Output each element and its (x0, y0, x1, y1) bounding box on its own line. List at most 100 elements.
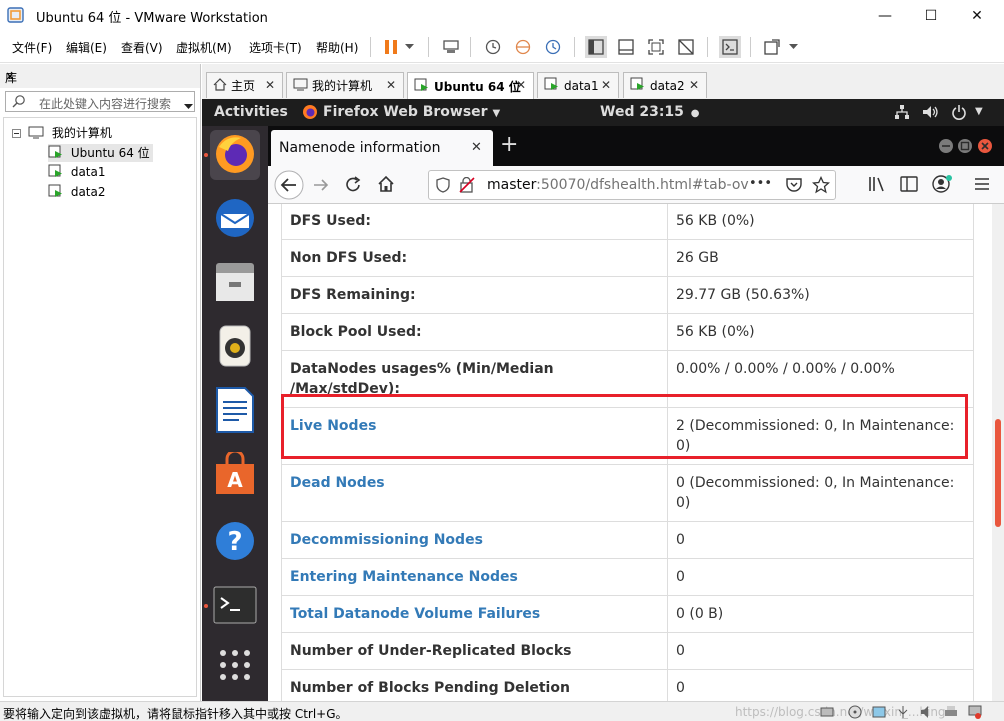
row-key-link[interactable]: Entering Maintenance Nodes (290, 569, 518, 585)
fullscreen-icon[interactable] (645, 36, 667, 58)
power-dropdown-icon[interactable] (402, 36, 416, 58)
table-row: Total Datanode Volume Failures 0 (0 B) (281, 595, 974, 633)
thumbnail-bar-icon[interactable] (615, 36, 637, 58)
row-key: Block Pool Used: (281, 313, 668, 351)
menu-vm[interactable]: 虚拟机(M) (176, 39, 232, 56)
snapshot-icon[interactable] (482, 36, 504, 58)
dock-help[interactable]: ? (210, 517, 260, 567)
dock-thunderbird[interactable] (210, 194, 260, 244)
dock-files[interactable] (210, 258, 260, 308)
scrollbar-thumb[interactable] (995, 419, 1001, 527)
sidebar-icon[interactable] (900, 176, 918, 195)
menu-help[interactable]: 帮助(H) (316, 39, 358, 56)
cd-dvd-icon[interactable] (848, 705, 862, 721)
menu-hamburger-icon[interactable] (974, 176, 990, 195)
tree-item-my-computer[interactable]: 我的计算机 (28, 124, 112, 142)
network-adapter-icon[interactable] (872, 705, 886, 721)
activities-button[interactable]: Activities (214, 104, 288, 120)
usb-icon[interactable] (896, 705, 910, 721)
tree-item-ubuntu[interactable]: Ubuntu 64 位 (48, 144, 153, 162)
clock[interactable]: Wed 23:15 ● (600, 104, 700, 120)
dock-writer[interactable] (210, 386, 260, 436)
libreoffice-writer-icon (215, 386, 255, 437)
menu-edit[interactable]: 编辑(E) (66, 39, 107, 56)
printer-icon[interactable] (944, 705, 958, 721)
url-text[interactable]: master:50070/dfshealth.html#tab-ov (487, 177, 749, 193)
account-icon[interactable] (932, 175, 952, 196)
row-key-link[interactable]: Total Datanode Volume Failures (290, 606, 540, 622)
firefox-close-button[interactable] (977, 138, 993, 157)
volume-icon[interactable] (922, 104, 940, 124)
snapshot-manager-icon[interactable] (542, 36, 564, 58)
tab-close-icon[interactable]: ✕ (516, 78, 526, 92)
computer-icon (28, 126, 44, 142)
dock-terminal[interactable] (210, 581, 260, 631)
page-actions-button[interactable]: ••• (749, 176, 779, 191)
new-tab-button[interactable]: + (500, 132, 518, 157)
tab-close-icon[interactable]: ✕ (601, 78, 611, 92)
tree-item-data1[interactable]: data1 (48, 164, 106, 181)
show-applications-button[interactable] (210, 641, 260, 691)
tab-ubuntu[interactable]: Ubuntu 64 位 ✕ (407, 72, 534, 99)
system-menu-arrow-icon[interactable]: ▼ (975, 106, 983, 117)
close-window-button[interactable]: ✕ (954, 0, 1000, 31)
row-key-link[interactable]: Dead Nodes (290, 475, 385, 491)
bookmark-star-icon[interactable] (811, 175, 831, 197)
browser-tab-close-button[interactable]: ✕ (471, 140, 482, 155)
tab-my-computer[interactable]: 我的计算机 ✕ (286, 72, 404, 98)
tab-home[interactable]: 主页 ✕ (206, 72, 283, 98)
stretch-dropdown-icon[interactable] (786, 36, 800, 58)
power-icon[interactable] (951, 104, 967, 124)
row-key-link[interactable]: Decommissioning Nodes (290, 532, 483, 548)
tab-label: 我的计算机 (312, 79, 373, 93)
tab-close-icon[interactable]: ✕ (689, 78, 699, 92)
maximize-button[interactable]: ☐ (908, 0, 954, 31)
app-menu-button[interactable]: Firefox Web Browser ▼ (323, 104, 500, 120)
browser-tab-title: Namenode information (279, 140, 441, 156)
stretch-guest-icon[interactable] (761, 36, 783, 58)
revert-snapshot-icon[interactable] (512, 36, 534, 58)
reload-icon[interactable] (345, 176, 363, 197)
tab-data2[interactable]: data2 ✕ (623, 72, 707, 98)
tab-close-icon[interactable]: ✕ (386, 78, 396, 92)
suspend-icon[interactable] (380, 36, 402, 58)
insecure-connection-icon[interactable] (459, 176, 475, 196)
minimize-button[interactable]: — (862, 0, 908, 31)
page-scrollbar[interactable] (992, 204, 1004, 701)
dock-software[interactable]: A (210, 449, 260, 500)
tree-item-data2[interactable]: data2 (48, 184, 106, 201)
display-icon[interactable] (968, 705, 982, 721)
tab-data1[interactable]: data1 ✕ (537, 72, 619, 98)
firefox-maximize-button[interactable] (957, 138, 973, 157)
send-ctrl-alt-del-icon[interactable] (440, 36, 462, 58)
info-icon[interactable] (435, 177, 451, 196)
table-row: Number of Blocks Pending Deletion 0 (281, 669, 974, 701)
library-close-button[interactable]: × (5, 69, 193, 83)
console-view-icon[interactable] (719, 36, 741, 58)
library-search-input[interactable]: 在此处键入内容进行搜索 (5, 91, 195, 112)
library-icon[interactable] (868, 176, 886, 195)
table-row: Dead Nodes 0 (Decommissioned: 0, In Maint… (281, 464, 974, 522)
dock-rhythmbox[interactable] (210, 322, 260, 372)
tab-close-icon[interactable]: ✕ (265, 78, 275, 92)
menu-file[interactable]: 文件(F) (12, 39, 52, 56)
back-button[interactable] (273, 169, 305, 204)
url-bar[interactable]: master:50070/dfshealth.html#tab-ov ••• (428, 170, 836, 200)
pocket-icon[interactable] (785, 177, 803, 196)
browser-tab[interactable]: Namenode information ✕ (271, 130, 493, 166)
network-icon[interactable] (894, 104, 910, 124)
forward-button[interactable] (312, 177, 330, 196)
tree-expand-icon[interactable] (12, 127, 21, 141)
show-library-icon[interactable] (585, 36, 607, 58)
firefox-minimize-button[interactable] (938, 138, 954, 157)
row-key: Number of Under-Replicated Blocks (281, 632, 668, 670)
dock-firefox[interactable] (210, 130, 260, 180)
menu-tabs[interactable]: 选项卡(T) (249, 39, 302, 56)
sound-card-icon[interactable] (920, 705, 934, 721)
app-grid-icon (218, 648, 252, 685)
hard-disk-icon[interactable] (820, 705, 834, 721)
home-icon[interactable] (377, 175, 395, 196)
unity-mode-icon[interactable] (675, 36, 697, 58)
menu-view[interactable]: 查看(V) (121, 39, 163, 56)
search-dropdown-icon[interactable] (184, 99, 193, 113)
